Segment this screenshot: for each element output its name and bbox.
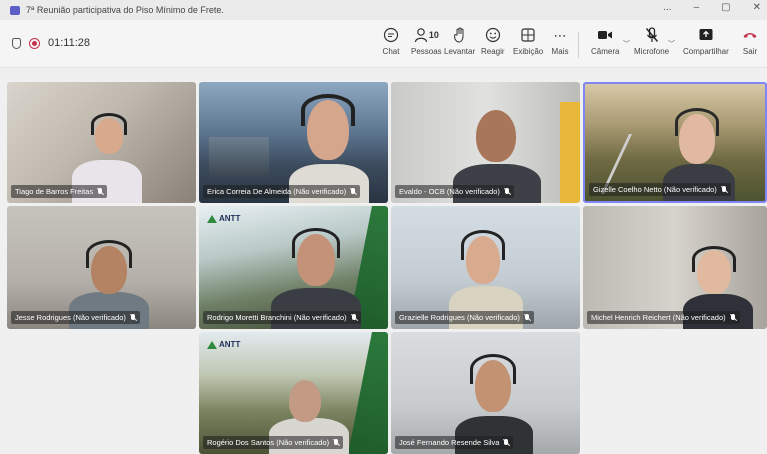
react-label: Reagir: [481, 47, 505, 56]
people-label: Pessoas: [411, 47, 442, 56]
video-tile-9[interactable]: ANTT Rogério Dos Santos (Não verificado): [199, 332, 388, 454]
video-tile-6[interactable]: ANTT Rodrigo Moretti Branchini (Não veri…: [199, 206, 388, 329]
chat-button[interactable]: Chat: [382, 26, 400, 56]
headset-icon: [301, 94, 355, 126]
view-label: Exibição: [513, 47, 544, 56]
people-icon: 10: [412, 26, 440, 44]
leave-label: Sair: [742, 47, 758, 56]
mic-label: Microfone: [634, 47, 670, 56]
raise-hand-button[interactable]: Levantar: [444, 26, 475, 56]
raise-label: Levantar: [444, 47, 476, 56]
chat-icon: [382, 26, 400, 44]
antt-logo-mark: [207, 214, 217, 223]
headset-icon: [292, 228, 340, 258]
antt-logo: ANTT: [207, 340, 240, 349]
mic-off-icon: [333, 438, 339, 447]
mic-chevron-down-icon[interactable]: ﹀: [668, 39, 675, 49]
view-button[interactable]: Exibição: [513, 26, 543, 56]
toolbar-divider: [578, 32, 579, 58]
camera-button[interactable]: Câmera: [591, 26, 619, 56]
maximize-icon[interactable]: ▢: [721, 2, 730, 13]
share-icon: [697, 26, 715, 44]
mic-off-icon: [643, 26, 661, 44]
people-button[interactable]: 10 Pessoas: [411, 26, 442, 56]
more-options-icon[interactable]: ...: [663, 2, 671, 13]
people-count: 10: [428, 29, 439, 40]
headset-icon: [86, 240, 132, 268]
camera-icon: [596, 26, 614, 44]
video-tile-4[interactable]: Gizelle Coelho Netto (Não verificado): [583, 82, 767, 203]
participant-face: [476, 110, 516, 162]
video-tile-5[interactable]: Jesse Rodrigues (Não verificado): [7, 206, 196, 329]
headset-icon: [675, 108, 719, 136]
window-title: 7ª Reunião participativa do Piso Mínimo …: [26, 5, 224, 15]
mic-off-icon: [730, 313, 736, 322]
recording-icon: [29, 37, 40, 49]
yellow-object: [560, 102, 580, 203]
video-tile-1[interactable]: Tiago de Barros Freitas: [7, 82, 196, 203]
smiley-icon: [484, 26, 502, 44]
mic-off-icon: [97, 187, 103, 196]
green-brand-stripe: [348, 332, 388, 454]
teams-meeting-window: 7ª Reunião participativa do Piso Mínimo …: [0, 0, 767, 454]
meeting-timer: 01:11:28: [48, 37, 91, 49]
participant-name-tag: Jesse Rodrigues (Não verificado): [11, 311, 140, 324]
meeting-toolbar: 01:11:28 Chat 10 Pessoas Levantar Reagir…: [0, 20, 767, 68]
leave-button[interactable]: Sair: [741, 26, 759, 56]
mic-off-icon: [350, 187, 356, 196]
headset-icon: [692, 246, 736, 272]
title-bar: 7ª Reunião participativa do Piso Mínimo …: [0, 0, 767, 20]
camera-chevron-down-icon[interactable]: ﹀: [623, 39, 630, 49]
mic-off-icon: [504, 187, 510, 196]
truck-background: [209, 137, 269, 177]
participant-name-tag: Erica Correia De Almeida (Não verificado…: [203, 185, 361, 198]
antt-logo-mark: [207, 340, 217, 349]
shield-icon: [12, 37, 21, 49]
teams-app-icon: [10, 5, 20, 15]
participant-name-tag: Rodrigo Moretti Branchini (Não verificad…: [203, 311, 361, 324]
antt-logo: ANTT: [207, 214, 240, 223]
participant-name-tag: Rogério Dos Santos (Não verificado): [203, 436, 344, 449]
video-tile-3[interactable]: Evaldo - OCB (Não verificado): [391, 82, 580, 203]
hand-icon: [451, 26, 469, 44]
participant-name-tag: Grazielle Rodrigues (Não verificado): [395, 311, 534, 324]
video-tile-2[interactable]: Erica Correia De Almeida (Não verificado…: [199, 82, 388, 203]
participant-name-tag: José Fernando Resende Silva: [395, 436, 514, 449]
more-button[interactable]: ⋯ Mais: [551, 26, 569, 57]
grid-view-icon: [519, 26, 537, 44]
share-label: Compartilhar: [683, 47, 729, 56]
participant-name-tag: Evaldo - OCB (Não verificado): [395, 185, 514, 198]
participant-face: [289, 380, 321, 422]
window-controls: ... – ▢ ✕: [663, 2, 761, 13]
close-icon[interactable]: ✕: [753, 2, 761, 13]
video-tile-10[interactable]: José Fernando Resende Silva: [391, 332, 580, 454]
camera-label: Câmera: [591, 47, 620, 56]
mic-off-icon: [721, 185, 727, 194]
react-button[interactable]: Reagir: [481, 26, 505, 56]
mic-off-icon: [351, 313, 357, 322]
mic-off-icon: [524, 313, 530, 322]
minimize-icon[interactable]: –: [694, 2, 700, 13]
mic-button[interactable]: Microfone: [634, 26, 669, 56]
video-tile-8[interactable]: Michel Henrich Reichert (Não verificado): [583, 206, 767, 329]
video-tile-7[interactable]: Grazielle Rodrigues (Não verificado): [391, 206, 580, 329]
participant-name-tag: Tiago de Barros Freitas: [11, 185, 108, 198]
headset-icon: [470, 354, 516, 384]
chat-label: Chat: [382, 47, 400, 56]
headset-icon: [91, 113, 127, 135]
more-label: Mais: [551, 47, 569, 56]
headset-icon: [461, 230, 505, 260]
participant-name-tag: Gizelle Coelho Netto (Não verificado): [589, 183, 731, 196]
mic-off-icon: [130, 313, 136, 322]
hang-up-icon: [741, 26, 759, 44]
meeting-status: 01:11:28: [12, 37, 90, 49]
participant-name-tag: Michel Henrich Reichert (Não verificado): [587, 311, 740, 324]
mic-off-icon: [503, 438, 509, 447]
share-button[interactable]: Compartilhar: [683, 26, 729, 56]
ellipsis-icon: ⋯: [553, 27, 567, 43]
